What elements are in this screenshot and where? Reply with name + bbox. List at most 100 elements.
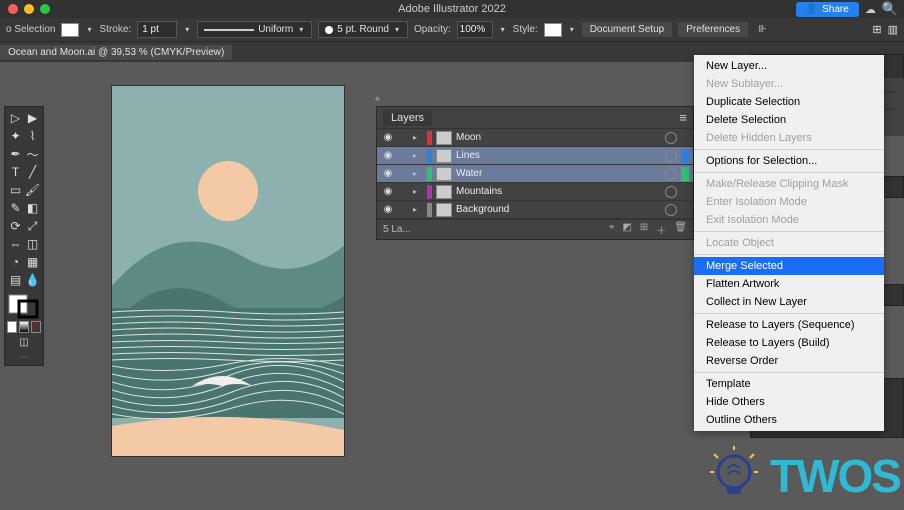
layer-row[interactable]: ◉ ▸ Lines	[377, 147, 693, 165]
canvas[interactable]	[112, 86, 344, 456]
visibility-toggle-icon[interactable]: ◉	[381, 150, 395, 161]
create-layer-icon[interactable]: ＋	[656, 222, 666, 237]
document-tab[interactable]: Ocean and Moon.ai @ 39,53 % (CMYK/Previe…	[0, 45, 232, 60]
stroke-profile-dropdown[interactable]: Uniform ▾	[197, 21, 312, 38]
visibility-toggle-icon[interactable]: ◉	[381, 186, 395, 197]
layer-row[interactable]: ◉ ▸ Moon	[377, 129, 693, 147]
chevron-down-icon[interactable]: ▾	[568, 25, 576, 34]
type-tool[interactable]: T	[7, 163, 24, 181]
rotate-tool[interactable]: ⟳	[7, 217, 24, 235]
eraser-tool[interactable]: ◧	[24, 199, 41, 217]
cloud-icon[interactable]: ☁	[865, 3, 876, 16]
close-window-button[interactable]	[8, 4, 18, 14]
visibility-toggle-icon[interactable]: ◉	[381, 204, 395, 215]
brush-dropdown[interactable]: 5 pt. Round ▾	[318, 21, 408, 38]
shape-builder-tool[interactable]: ◔	[7, 253, 24, 271]
locate-layer-icon[interactable]: ⌖	[609, 222, 615, 237]
fill-stroke-indicator[interactable]	[7, 293, 41, 319]
layer-name-label[interactable]: Lines	[456, 150, 661, 161]
arrange-icon[interactable]: ⊞	[872, 23, 881, 36]
menu-item[interactable]: Hide Others	[694, 393, 884, 411]
maximize-window-button[interactable]	[40, 4, 50, 14]
menu-item: Locate Object	[694, 234, 884, 252]
menu-item[interactable]: Template	[694, 375, 884, 393]
color-mode-gradient[interactable]	[19, 321, 29, 333]
menu-item[interactable]: Release to Layers (Sequence)	[694, 316, 884, 334]
target-layer-icon[interactable]	[665, 168, 677, 180]
lasso-tool[interactable]: ⌇	[24, 127, 41, 145]
layers-tab[interactable]: Layers	[383, 110, 432, 126]
menu-item[interactable]: Delete Selection	[694, 111, 884, 129]
layers-panel: « Layers ≡ ◉▸Moon◉▸Lines◉▸Water◉▸Mountai…	[376, 106, 694, 240]
layers-panel-footer: 5 La... ⌖ ◩ ⊞ ＋ 🗑	[377, 219, 693, 239]
magic-wand-tool[interactable]: ✦	[7, 127, 24, 145]
menu-item[interactable]: Merge Selected	[694, 257, 884, 275]
menu-item[interactable]: Duplicate Selection	[694, 93, 884, 111]
drawing-mode-icon[interactable]: ◫	[7, 337, 41, 348]
pen-tool[interactable]: ✒	[7, 145, 24, 163]
make-clipping-mask-icon[interactable]: ◩	[622, 222, 631, 237]
menu-item[interactable]: Flatten Artwork	[694, 275, 884, 293]
preferences-button[interactable]: Preferences	[678, 22, 748, 37]
workspace-icon[interactable]: ▥	[888, 23, 898, 36]
artboard[interactable]	[112, 86, 344, 456]
paintbrush-tool[interactable]: 🖌	[24, 181, 41, 199]
menu-item[interactable]: New Layer...	[694, 57, 884, 75]
delete-layer-icon[interactable]: 🗑	[674, 222, 687, 237]
direct-selection-tool[interactable]: ▶	[24, 109, 41, 127]
scale-tool[interactable]: ⤢	[24, 217, 41, 235]
fill-swatch[interactable]	[61, 23, 79, 37]
toolbox-more-icon[interactable]: ⋯	[7, 352, 41, 363]
chevron-down-icon[interactable]: ▾	[183, 25, 191, 34]
color-mode-solid[interactable]	[7, 321, 17, 333]
expand-layer-icon[interactable]: ▸	[413, 187, 423, 196]
layer-name-label[interactable]: Mountains	[456, 186, 661, 197]
panel-collapse-icon[interactable]: «	[375, 93, 380, 103]
share-button[interactable]: 👤 Share	[796, 2, 859, 17]
menu-item[interactable]: Outline Others	[694, 411, 884, 429]
opacity-input[interactable]: 100%	[457, 21, 493, 38]
menu-separator	[694, 149, 884, 150]
curvature-tool[interactable]: ～	[24, 145, 41, 163]
menu-item[interactable]: Collect in New Layer	[694, 293, 884, 311]
chevron-down-icon[interactable]: ▾	[499, 25, 507, 34]
free-transform-tool[interactable]: ◫	[24, 235, 41, 253]
panel-menu-icon[interactable]: ≡	[679, 110, 687, 125]
layer-name-label[interactable]: Moon	[456, 132, 661, 143]
layer-row[interactable]: ◉ ▸ Water	[377, 165, 693, 183]
search-icon[interactable]: 🔍	[882, 1, 898, 17]
selection-tool[interactable]: ▷	[7, 109, 24, 127]
rectangle-tool[interactable]: ▭	[7, 181, 24, 199]
line-tool[interactable]: ╱	[24, 163, 41, 181]
target-layer-icon[interactable]	[665, 132, 677, 144]
menu-item[interactable]: Release to Layers (Build)	[694, 334, 884, 352]
target-layer-icon[interactable]	[665, 186, 677, 198]
visibility-toggle-icon[interactable]: ◉	[381, 168, 395, 179]
chevron-down-icon[interactable]: ▾	[85, 25, 93, 34]
graphic-style-swatch[interactable]	[544, 23, 562, 37]
color-mode-none[interactable]: ╱	[31, 321, 41, 333]
expand-layer-icon[interactable]: ▸	[413, 169, 423, 178]
shaper-tool[interactable]: ✎	[7, 199, 24, 217]
minimize-window-button[interactable]	[24, 4, 34, 14]
perspective-tool[interactable]: ▦	[24, 253, 41, 271]
stroke-weight-input[interactable]: 1 pt	[137, 21, 177, 38]
layer-row[interactable]: ◉ ▸ Background	[377, 201, 693, 219]
target-layer-icon[interactable]	[665, 150, 677, 162]
layer-row[interactable]: ◉ ▸ Mountains	[377, 183, 693, 201]
layer-name-label[interactable]: Background	[456, 204, 661, 215]
target-layer-icon[interactable]	[665, 204, 677, 216]
expand-layer-icon[interactable]: ▸	[413, 133, 423, 142]
visibility-toggle-icon[interactable]: ◉	[381, 132, 395, 143]
document-setup-button[interactable]: Document Setup	[582, 22, 673, 37]
menu-item[interactable]: Options for Selection...	[694, 152, 884, 170]
layer-name-label[interactable]: Water	[456, 168, 661, 179]
create-sublayer-icon[interactable]: ⊞	[640, 222, 648, 237]
expand-layer-icon[interactable]: ▸	[413, 205, 423, 214]
align-panel-toggle-icon[interactable]: ⊪	[754, 24, 767, 35]
eyedropper-tool[interactable]: 💧	[24, 271, 41, 289]
width-tool[interactable]: ⇔	[7, 235, 24, 253]
menu-item[interactable]: Reverse Order	[694, 352, 884, 370]
expand-layer-icon[interactable]: ▸	[413, 151, 423, 160]
gradient-tool[interactable]: ▤	[7, 271, 24, 289]
